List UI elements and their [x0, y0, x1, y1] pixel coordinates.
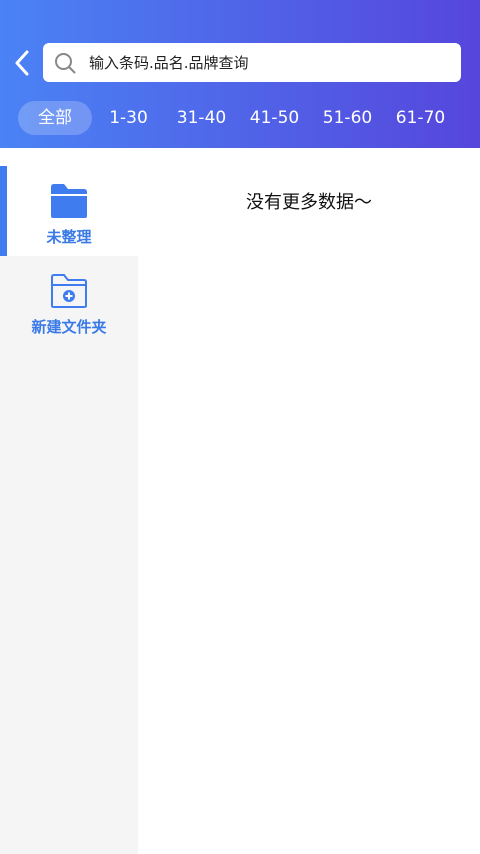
tab-all[interactable]: 全部 [18, 101, 92, 135]
sidebar-item-label: 新建文件夹 [31, 318, 107, 336]
chevron-left-icon [15, 50, 29, 76]
tab-31-40[interactable]: 31-40 [165, 101, 238, 135]
sidebar-item-unsorted[interactable]: 未整理 [0, 166, 138, 256]
tab-51-60[interactable]: 51-60 [311, 101, 384, 135]
folder-sidebar: 未整理 新建文件夹 [0, 166, 138, 854]
folder-add-icon [51, 274, 87, 308]
category-tabs: 全部 1-30 31-40 41-50 51-60 61-70 [18, 100, 457, 136]
empty-state-text: 没有更多数据～ [246, 192, 372, 213]
tab-61-70[interactable]: 61-70 [384, 101, 457, 135]
search-icon [54, 52, 76, 74]
top-header: 全部 1-30 31-40 41-50 51-60 61-70 [0, 0, 480, 148]
back-button[interactable] [8, 46, 36, 80]
tab-1-30[interactable]: 1-30 [92, 101, 165, 135]
search-box[interactable] [43, 43, 461, 82]
tab-41-50[interactable]: 41-50 [238, 101, 311, 135]
product-list: 没有更多数据～ [138, 166, 480, 854]
search-input[interactable] [89, 47, 439, 78]
sidebar-item-label: 未整理 [46, 228, 92, 246]
sidebar-item-new-folder[interactable]: 新建文件夹 [0, 256, 138, 346]
folder-icon [51, 184, 87, 218]
